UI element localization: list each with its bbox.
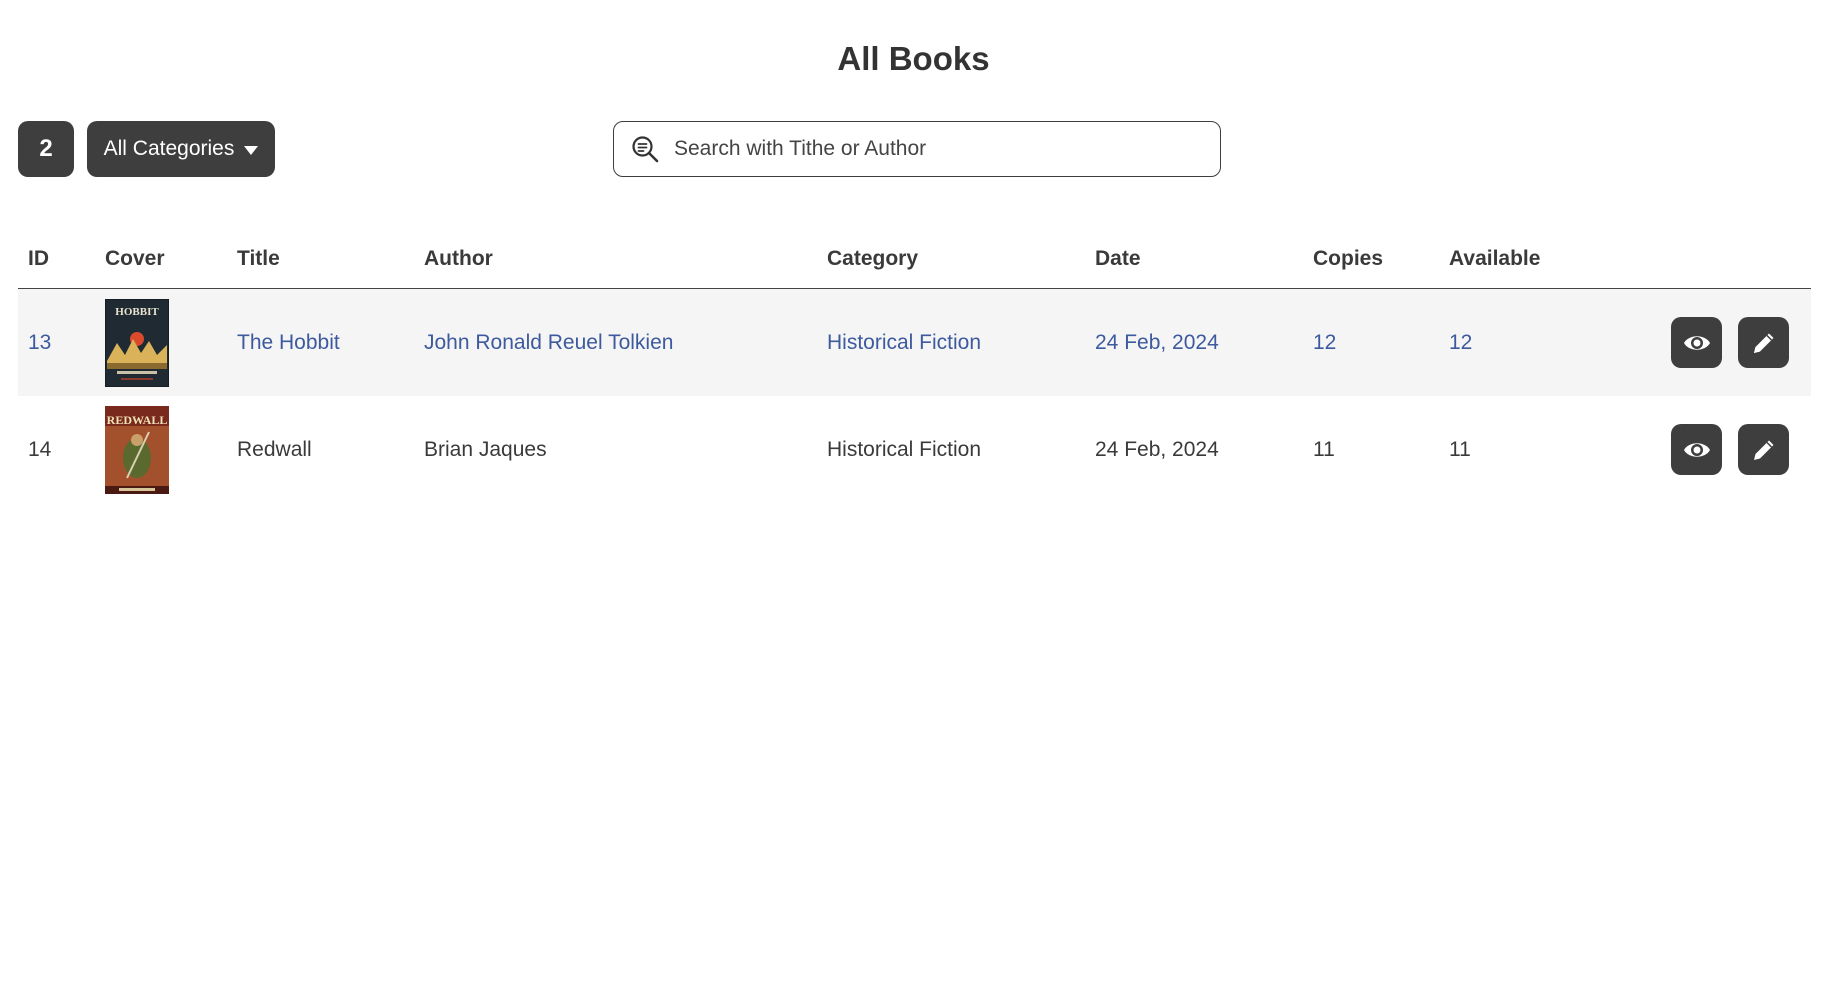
header-title: Title bbox=[227, 230, 414, 289]
edit-button[interactable] bbox=[1738, 424, 1789, 475]
cell-author[interactable]: John Ronald Reuel Tolkien bbox=[414, 288, 817, 396]
svg-text:REDWALL: REDWALL bbox=[107, 413, 168, 427]
cell-cover: HOBBIT bbox=[95, 288, 227, 396]
header-copies: Copies bbox=[1303, 230, 1439, 289]
table-row[interactable]: 13 HOBBIT The Hobbit John Ronald Reuel T… bbox=[18, 288, 1811, 396]
book-cover-hobbit: HOBBIT bbox=[105, 298, 169, 387]
edit-button[interactable] bbox=[1738, 317, 1789, 368]
header-author: Author bbox=[414, 230, 817, 289]
category-dropdown-label: All Categories bbox=[103, 137, 235, 160]
book-count-badge: 2 bbox=[18, 121, 74, 177]
cell-cover: REDWALL bbox=[95, 396, 227, 503]
cell-id: 13 bbox=[18, 288, 95, 396]
cell-title[interactable]: The Hobbit bbox=[227, 288, 414, 396]
category-dropdown-button[interactable]: All Categories bbox=[87, 121, 275, 177]
cell-date: 24 Feb, 2024 bbox=[1095, 437, 1219, 461]
cell-available: 11 bbox=[1449, 437, 1471, 461]
pencil-icon bbox=[1753, 440, 1773, 460]
books-table: ID Cover Title Author Category Date Copi… bbox=[18, 230, 1811, 503]
header-actions bbox=[1609, 230, 1811, 289]
svg-text:HOBBIT: HOBBIT bbox=[115, 306, 159, 318]
cell-category: Historical Fiction bbox=[827, 437, 982, 461]
eye-icon bbox=[1683, 442, 1710, 457]
cell-title[interactable]: Redwall bbox=[227, 396, 414, 503]
cell-actions bbox=[1609, 288, 1811, 396]
header-date: Date bbox=[1085, 230, 1303, 289]
table-header-row: ID Cover Title Author Category Date Copi… bbox=[18, 230, 1811, 289]
cell-id: 14 bbox=[28, 437, 52, 461]
cell-actions bbox=[1609, 396, 1811, 503]
search-input[interactable] bbox=[672, 136, 1196, 162]
view-button[interactable] bbox=[1671, 424, 1723, 475]
cell-available: 12 bbox=[1439, 288, 1609, 396]
view-button[interactable] bbox=[1671, 317, 1723, 368]
all-books-page: All Books 2 All Categories ID Cover Titl… bbox=[0, 0, 1827, 1002]
book-cover-redwall: REDWALL bbox=[105, 405, 169, 494]
header-id: ID bbox=[18, 230, 95, 289]
caret-down-icon bbox=[244, 145, 259, 155]
page-title: All Books bbox=[837, 40, 990, 77]
pencil-icon bbox=[1753, 333, 1773, 353]
header-category: Category bbox=[817, 230, 1085, 289]
search-box[interactable] bbox=[613, 121, 1221, 177]
cell-author[interactable]: Brian Jaques bbox=[414, 396, 817, 503]
table-row[interactable]: 14 REDWALL Redwall Brian Jaques Historic… bbox=[18, 396, 1811, 503]
search-icon bbox=[632, 136, 659, 163]
cell-copies: 12 bbox=[1303, 288, 1439, 396]
cell-date: 24 Feb, 2024 bbox=[1085, 288, 1303, 396]
cell-copies: 11 bbox=[1313, 437, 1335, 461]
eye-icon bbox=[1683, 335, 1710, 350]
cell-category: Historical Fiction bbox=[817, 288, 1085, 396]
header-available: Available bbox=[1439, 230, 1609, 289]
header-cover: Cover bbox=[95, 230, 227, 289]
